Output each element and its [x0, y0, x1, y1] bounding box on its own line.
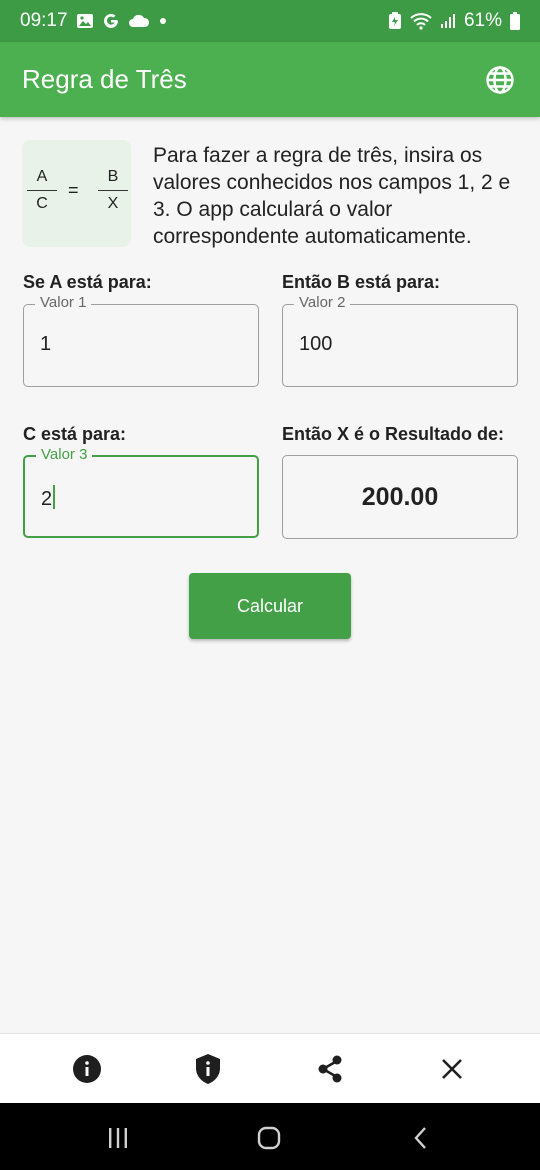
gallery-icon	[76, 12, 94, 30]
value-2-legend: Valor 2	[294, 294, 351, 311]
field-a-label: Se A está para:	[23, 272, 152, 292]
formula-equals: =	[68, 180, 79, 200]
signal-icon	[440, 13, 456, 29]
language-globe-icon[interactable]	[482, 62, 518, 98]
proportion-formula-image: A C = B X	[22, 140, 131, 247]
battery-percent: 61%	[463, 10, 502, 31]
value-2-input[interactable]: Valor 2 100	[282, 294, 518, 387]
info-icon[interactable]	[70, 1052, 104, 1086]
intro-section: A C = B X Para fazer a regra de três, in…	[22, 140, 522, 250]
google-icon	[102, 12, 120, 30]
value-1-legend: Valor 1	[35, 294, 92, 311]
status-time: 09:17	[20, 10, 68, 31]
app-bar: Regra de Três	[0, 42, 540, 117]
value-3-legend: Valor 3	[36, 446, 93, 463]
wifi-icon	[410, 12, 432, 30]
bottom-action-bar	[0, 1033, 540, 1103]
calculate-button[interactable]: Calcular	[189, 573, 351, 639]
status-bar: 09:17 61%	[0, 0, 540, 42]
fraction-b-x: B X	[98, 168, 128, 213]
text-cursor	[53, 485, 56, 509]
battery-saver-icon	[388, 12, 402, 30]
notification-dot-icon	[158, 16, 168, 26]
result-value: 200.00	[282, 455, 518, 539]
system-navigation-bar	[0, 1103, 540, 1170]
fraction-a-c: A C	[27, 168, 57, 213]
value-3-input[interactable]: Valor 3 2	[23, 446, 259, 538]
back-icon[interactable]	[404, 1121, 438, 1155]
value-1-input[interactable]: Valor 1 1	[23, 294, 259, 387]
battery-icon	[510, 12, 520, 30]
field-b-label: Então B está para:	[282, 272, 441, 292]
cloud-icon	[128, 13, 150, 29]
app-title: Regra de Três	[22, 64, 187, 94]
value-1-text: 1	[40, 333, 52, 355]
field-c-label: C está para:	[23, 424, 127, 444]
privacy-shield-icon[interactable]	[191, 1052, 225, 1086]
home-icon[interactable]	[252, 1121, 286, 1155]
instructions-text: Para fazer a regra de três, insira os va…	[153, 144, 511, 248]
value-2-text: 100	[299, 333, 333, 355]
result-label: Então X é o Resultado de:	[282, 424, 505, 444]
share-icon[interactable]	[313, 1052, 347, 1086]
close-icon[interactable]	[435, 1052, 469, 1086]
recent-apps-icon[interactable]	[101, 1121, 135, 1155]
value-3-text: 2	[41, 485, 56, 511]
